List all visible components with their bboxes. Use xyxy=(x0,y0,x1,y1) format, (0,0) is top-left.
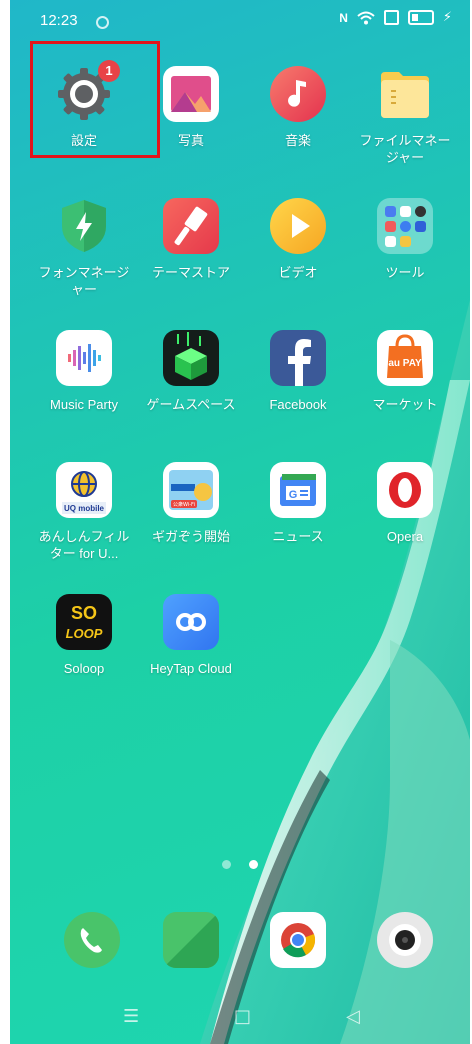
news-g-text: G xyxy=(289,489,298,501)
folder-icon xyxy=(377,66,433,122)
tools-folder-icon xyxy=(377,198,433,254)
navigation-bar: ☰ □ ◁ xyxy=(10,1000,470,1040)
dock-camera[interactable] xyxy=(350,912,460,968)
dock xyxy=(10,912,470,972)
app-label: Soloop xyxy=(63,661,105,676)
app-label: ツール xyxy=(385,265,425,280)
dock-phone[interactable] xyxy=(37,912,147,968)
app-label: フォンマネージャー xyxy=(38,265,130,297)
app-theme-store[interactable]: テーマストア xyxy=(136,198,246,281)
app-au-pay-market[interactable]: au PAY マーケット xyxy=(350,330,460,413)
theme-brush-icon xyxy=(163,198,219,254)
music-party-icon xyxy=(56,330,112,386)
battery-icon xyxy=(407,10,434,25)
app-photos[interactable]: 写真 xyxy=(136,66,246,149)
app-music[interactable]: 音楽 xyxy=(243,66,353,149)
app-tools-folder[interactable]: ツール xyxy=(350,198,460,281)
app-label: HeyTap Cloud xyxy=(150,661,232,676)
clock: 12:23 xyxy=(40,12,78,29)
app-video[interactable]: ビデオ xyxy=(243,198,353,281)
svg-text:SO: SO xyxy=(71,603,97,623)
notification-icon xyxy=(96,16,109,29)
phone-call-icon xyxy=(64,912,120,968)
camera-icon xyxy=(377,912,433,968)
au-pay-text: au PAY xyxy=(388,358,422,369)
app-file-manager[interactable]: ファイルマネージャー xyxy=(350,66,460,166)
app-label: ビデオ xyxy=(278,265,318,280)
google-news-icon: G xyxy=(270,462,326,518)
app-label: 写真 xyxy=(177,133,204,148)
app-label: ギガぞう開始 xyxy=(151,529,230,544)
photos-icon xyxy=(163,66,219,122)
app-label: ニュース xyxy=(272,529,324,544)
home-screen: 12:23 N ⚡ 設定 1 写真 音楽 ファイルマネージャー フォンマネージャ… xyxy=(10,0,470,1044)
app-label: Music Party xyxy=(50,397,118,412)
uq-mobile-text: UQ mobile xyxy=(64,504,105,513)
app-facebook[interactable]: Facebook xyxy=(243,330,353,413)
facebook-icon xyxy=(270,330,326,386)
app-label: ゲームスペース xyxy=(146,397,236,412)
app-heytap-cloud[interactable]: HeyTap Cloud xyxy=(136,594,246,677)
phone-manager-shield-icon xyxy=(56,198,112,254)
app-opera[interactable]: Opera xyxy=(350,462,460,545)
menu-button[interactable]: ☰ xyxy=(123,1006,139,1027)
app-gigazo[interactable]: 公衆Wi-Fi ギガぞう開始 xyxy=(136,462,246,545)
app-game-space[interactable]: ゲームスペース xyxy=(136,330,246,413)
page-indicator xyxy=(10,860,470,869)
messages-icon xyxy=(163,912,219,968)
gigazo-wifi-icon: 公衆Wi-Fi xyxy=(163,462,219,518)
app-music-party[interactable]: Music Party xyxy=(29,330,139,413)
app-label: Facebook xyxy=(269,397,327,412)
app-label: あんしんフィルター for U... xyxy=(38,529,130,561)
chrome-icon xyxy=(270,912,326,968)
app-label: マーケット xyxy=(372,397,438,412)
public-wifi-text: 公衆Wi-Fi xyxy=(173,501,195,508)
sim-card-icon xyxy=(383,10,399,25)
soloop-icon: SO LOOP xyxy=(56,594,112,650)
wifi-icon xyxy=(357,11,375,25)
app-news[interactable]: G ニュース xyxy=(243,462,353,545)
app-label: テーマストア xyxy=(151,265,230,280)
dock-messages[interactable] xyxy=(136,912,246,968)
status-bar: 12:23 N ⚡ xyxy=(10,0,470,40)
charging-icon: ⚡ xyxy=(442,10,452,25)
app-label: Opera xyxy=(386,529,424,544)
app-label: 音楽 xyxy=(284,133,311,148)
heytap-cloud-icon xyxy=(163,594,219,650)
nfc-icon: N xyxy=(339,10,348,25)
app-label: ファイルマネージャー xyxy=(359,133,451,165)
au-pay-market-icon: au PAY xyxy=(377,330,433,386)
app-phone-manager[interactable]: フォンマネージャー xyxy=(29,198,139,298)
app-soloop[interactable]: SO LOOP Soloop xyxy=(29,594,139,677)
music-note-icon xyxy=(270,66,326,122)
uq-filter-globe-icon: UQ mobile xyxy=(56,462,112,518)
dock-chrome[interactable] xyxy=(243,912,353,968)
back-button[interactable]: ◁ xyxy=(346,1006,360,1027)
opera-icon xyxy=(377,462,433,518)
app-anshin-filter[interactable]: UQ mobile あんしんフィルター for U... xyxy=(29,462,139,562)
svg-text:LOOP: LOOP xyxy=(66,626,103,641)
page-dot[interactable] xyxy=(222,860,231,869)
game-space-cube-icon xyxy=(163,330,219,386)
video-play-icon xyxy=(270,198,326,254)
home-button[interactable]: □ xyxy=(234,1006,251,1027)
page-dot-active[interactable] xyxy=(249,860,258,869)
